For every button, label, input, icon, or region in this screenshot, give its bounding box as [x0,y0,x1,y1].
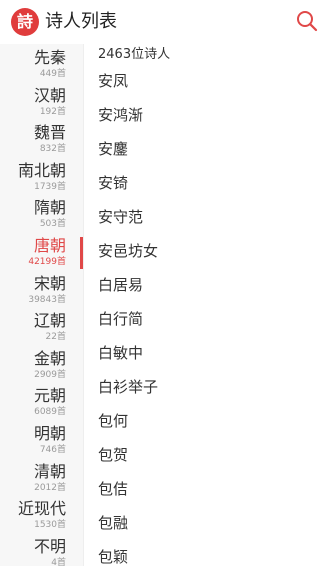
poet-item[interactable]: 白居易 [98,275,143,295]
dynasty-poem-count: 832首 [39,144,66,155]
search-button[interactable] [295,9,319,33]
dynasty-name: 金朝 [33,348,66,368]
dynasty-name: 近现代 [17,499,66,519]
dynasty-item[interactable]: 魏晋 832首 [0,121,83,159]
dynasty-name: 明朝 [33,424,66,443]
dynasty-name: 先秦 [33,48,66,67]
app-logo-icon: 詩 [11,8,39,36]
poet-item[interactable]: 安凤 [98,71,128,91]
dynasty-poem-count: 503首 [39,219,66,230]
search-icon [297,11,318,32]
poet-item[interactable]: 安鸿渐 [98,105,143,125]
dynasty-item[interactable]: 辽朝 22首 [0,309,83,347]
dynasty-item[interactable]: 隋朝 503首 [0,196,83,234]
dynasty-item[interactable]: 金朝 2909首 [0,347,83,385]
dynasty-poem-count: 22首 [45,332,66,343]
dynasty-poem-count: 1739首 [34,181,66,192]
dynasty-name: 宋朝 [33,273,66,293]
poet-item[interactable]: 包佶 [98,479,128,499]
dynasty-item[interactable]: 不明 4首 [0,535,83,573]
dynasty-poem-count: 42199首 [28,257,66,267]
dynasty-item[interactable]: 明朝 746首 [0,422,83,460]
dynasty-name: 辽朝 [33,311,66,331]
poet-item[interactable]: 白行简 [98,309,143,329]
dynasty-poem-count: 2909首 [34,369,66,380]
dynasty-item[interactable]: 先秦 449首 [0,46,83,84]
dynasty-poem-count: 746首 [39,445,66,455]
dynasty-name: 南北朝 [17,160,66,180]
dynasty-name: 元朝 [33,386,66,406]
poet-item[interactable]: 安守范 [98,207,143,227]
poet-item[interactable]: 包何 [98,411,128,431]
dynasty-item[interactable]: 唐朝 42199首 [0,234,83,272]
dynasty-item[interactable]: 汉朝 192首 [0,84,83,122]
dynasty-name: 唐朝 [33,236,66,255]
poet-count-label: 2463位诗人 [98,47,171,62]
dynasty-poem-count: 192首 [39,106,66,117]
poet-item[interactable]: 白衫举子 [98,377,158,397]
dynasty-poem-count: 449首 [39,69,66,79]
dynasty-item[interactable]: 清朝 2012首 [0,460,83,498]
poet-item[interactable]: 安邑坊女 [98,241,158,261]
dynasty-name: 清朝 [33,461,66,481]
poet-item[interactable]: 白敏中 [98,343,143,363]
dynasty-poem-count: 6089首 [34,407,66,418]
poet-item[interactable]: 包贺 [98,445,128,465]
poet-list: 2463位诗人 安凤安鸿渐安鏖安锜安守范安邑坊女白居易白行简白敏中白衫举子包何包… [84,44,331,566]
dynasty-name: 不明 [33,536,66,556]
dynasty-name: 隋朝 [33,198,66,218]
dynasty-item[interactable]: 近现代 1530首 [0,497,83,535]
dynasty-item[interactable]: 南北朝 1739首 [0,159,83,197]
dynasty-poem-count: 1530首 [34,520,66,531]
dynasty-list: 先秦 449首 汉朝 192首 魏晋 832首 南北朝 1739首 隋朝 503首 唐朝 42199首… [0,44,83,568]
dynasty-name: 汉朝 [33,85,66,105]
poet-item[interactable]: 包颖 [98,547,128,567]
dynasty-name: 魏晋 [33,123,66,143]
dynasty-poem-count: 2012首 [34,482,66,493]
dynasty-poem-count: 4首 [51,557,66,568]
page-title: 诗人列表 [45,11,117,32]
app-header: 詩 诗人列表 [0,0,331,44]
dynasty-item[interactable]: 元朝 6089首 [0,384,83,422]
poet-item[interactable]: 安鏖 [98,139,128,159]
poet-item[interactable]: 包融 [98,513,128,533]
dynasty-poem-count: 39843首 [28,294,66,305]
poet-item[interactable]: 安锜 [98,173,128,193]
dynasty-item[interactable]: 宋朝 39843首 [0,272,83,310]
